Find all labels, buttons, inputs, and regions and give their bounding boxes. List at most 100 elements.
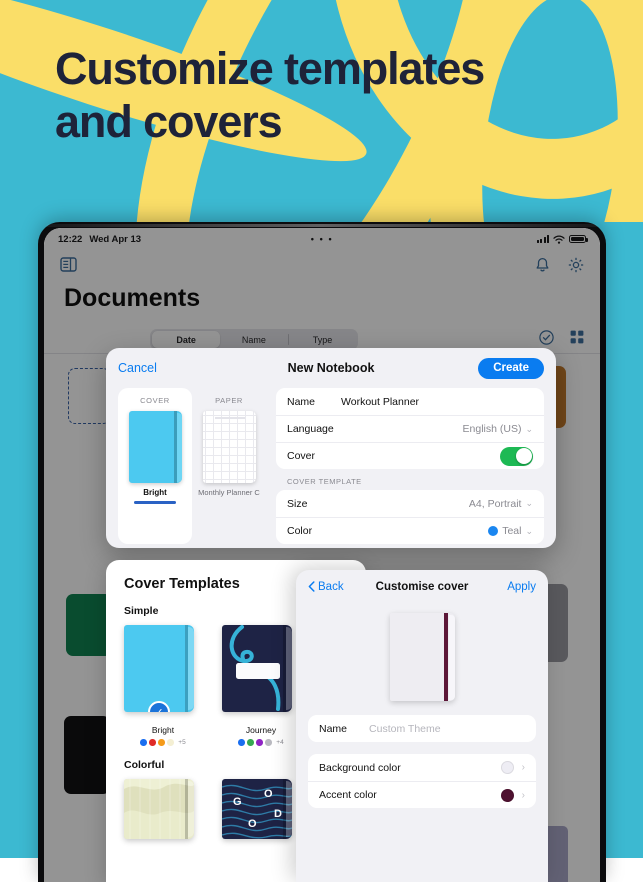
- paper-tab[interactable]: PAPER Monthly Planner C: [192, 388, 266, 544]
- chevron-right-icon: ›: [521, 762, 525, 773]
- background-color-label: Background color: [319, 761, 401, 774]
- field-language-value[interactable]: English (US) ⌄: [463, 423, 533, 435]
- apply-button[interactable]: Apply: [507, 581, 536, 593]
- field-size[interactable]: Size A4, Portrait ⌄: [276, 490, 544, 517]
- cover-template-group: Size A4, Portrait ⌄ Color Teal ⌄: [276, 490, 544, 544]
- customise-cover-header: Back Customise cover Apply: [296, 570, 548, 603]
- field-language-text: English (US): [462, 423, 522, 435]
- theme-name-row[interactable]: Name Custom Theme: [308, 715, 536, 742]
- back-button[interactable]: Back: [308, 581, 344, 593]
- template-bright[interactable]: ✓ Bright +5: [124, 625, 202, 746]
- cover-page-edge: [188, 781, 194, 837]
- customise-cover-panel: Back Customise cover Apply Name Custom T…: [296, 570, 548, 882]
- cover-spine: [282, 779, 286, 839]
- field-color-label: Color: [287, 525, 313, 537]
- field-cover[interactable]: Cover: [276, 442, 544, 469]
- template-good[interactable]: G O O D: [222, 779, 300, 839]
- field-name-value[interactable]: Workout Planner: [341, 396, 419, 408]
- field-color[interactable]: Color Teal ⌄: [276, 517, 544, 544]
- cancel-button[interactable]: Cancel: [118, 361, 157, 375]
- svg-text:D: D: [274, 808, 282, 820]
- new-notebook-modal: Cancel New Notebook Create COVER Bright …: [106, 348, 556, 548]
- cover-spine: [184, 625, 188, 712]
- field-color-value[interactable]: Teal ⌄: [488, 525, 533, 537]
- template-journey-swatches[interactable]: +4: [222, 739, 300, 746]
- tablet-screen: 12:22 Wed Apr 13 • • • Documents Date Na…: [44, 228, 600, 882]
- field-size-label: Size: [287, 497, 308, 510]
- cover-tab-indicator: [134, 501, 176, 504]
- cover-template-caption: COVER TEMPLATE: [287, 477, 362, 486]
- field-cover-label: Cover: [287, 450, 316, 462]
- swatch[interactable]: [149, 739, 156, 746]
- chevron-left-icon: [308, 581, 315, 592]
- theme-name-label: Name: [319, 722, 348, 735]
- field-name[interactable]: Name Workout Planner: [276, 388, 544, 415]
- cover-preview-thumbnail[interactable]: [128, 411, 182, 483]
- notebook-settings: Name Workout Planner Language English (U…: [276, 388, 544, 544]
- chevron-down-icon: ⌄: [525, 498, 533, 508]
- cover-tab-caption: COVER: [140, 396, 170, 405]
- background-color-swatch: [500, 761, 514, 774]
- svg-text:G: G: [233, 796, 242, 808]
- cover-tab-name: Bright: [143, 488, 167, 497]
- cover-page-edge: [176, 412, 182, 482]
- template-good-cover[interactable]: G O O D: [222, 779, 292, 839]
- field-language-label: Language: [287, 423, 334, 435]
- theme-name-input[interactable]: Custom Theme: [369, 723, 441, 735]
- chevron-down-icon: ⌄: [525, 423, 533, 434]
- custom-cover-preview: [389, 613, 455, 701]
- swatch[interactable]: [256, 739, 263, 746]
- accent-color-row[interactable]: Accent color ›: [308, 781, 536, 808]
- new-notebook-body: COVER Bright PAPER Monthly Planner C Nam…: [106, 388, 556, 544]
- swatch[interactable]: [247, 739, 254, 746]
- swatch[interactable]: [158, 739, 165, 746]
- paper-preview-thumbnail[interactable]: [202, 411, 256, 483]
- bezel-highlight: [46, 224, 598, 227]
- svg-text:O: O: [248, 818, 257, 830]
- cover-page-edge: [286, 781, 292, 837]
- journey-label-plate: [236, 663, 280, 679]
- cover-tab[interactable]: COVER Bright: [118, 388, 192, 544]
- template-journey-cover[interactable]: [222, 625, 292, 712]
- cover-page-edge: [286, 627, 292, 710]
- swatch[interactable]: [238, 739, 245, 746]
- cover-page-edge: [188, 627, 194, 710]
- create-button[interactable]: Create: [478, 357, 544, 379]
- cover-accent-stripe: [443, 613, 448, 701]
- paper-tab-caption: PAPER: [215, 396, 243, 405]
- swatch[interactable]: [140, 739, 147, 746]
- hero-title: Customize templates and covers: [55, 43, 485, 148]
- field-name-label: Name: [287, 395, 316, 408]
- cover-spine: [173, 411, 177, 483]
- cover-toggle[interactable]: [500, 446, 533, 466]
- cover-spine: [282, 625, 286, 712]
- template-journey-name: Journey: [245, 725, 277, 735]
- swatch[interactable]: [167, 739, 174, 746]
- color-options-group: Background color › Accent color ›: [308, 754, 536, 808]
- customise-cover-body: Name Custom Theme Background color › Acc…: [296, 701, 548, 808]
- new-notebook-header: Cancel New Notebook Create: [106, 348, 556, 388]
- accent-color-swatch: [500, 788, 514, 802]
- field-color-text: Teal: [502, 525, 522, 537]
- swatch[interactable]: [265, 739, 272, 746]
- template-camo-cover[interactable]: [124, 779, 194, 839]
- notebook-basic-group: Name Workout Planner Language English (U…: [276, 388, 544, 469]
- paper-tab-name: Monthly Planner C: [198, 488, 260, 497]
- accent-color-label: Accent color: [319, 789, 377, 801]
- tablet-device: 12:22 Wed Apr 13 • • • Documents Date Na…: [38, 222, 606, 882]
- cover-page-edge: [448, 614, 455, 700]
- selected-check-icon: ✓: [148, 701, 170, 712]
- color-swatch: [488, 526, 499, 536]
- chevron-right-icon: ›: [521, 789, 525, 801]
- background-color-row[interactable]: Background color ›: [308, 754, 536, 781]
- field-language[interactable]: Language English (US) ⌄: [276, 415, 544, 442]
- template-journey[interactable]: Journey +4: [222, 625, 300, 746]
- swatch-more-count: +5: [178, 739, 186, 746]
- cover-spine: [184, 779, 188, 839]
- template-bright-swatches[interactable]: +5: [124, 739, 202, 746]
- svg-text:O: O: [264, 788, 273, 800]
- template-camo[interactable]: [124, 779, 202, 839]
- field-size-value[interactable]: A4, Portrait ⌄: [469, 498, 533, 510]
- swatch-more-count: +4: [276, 739, 284, 746]
- template-bright-cover[interactable]: ✓: [124, 625, 194, 712]
